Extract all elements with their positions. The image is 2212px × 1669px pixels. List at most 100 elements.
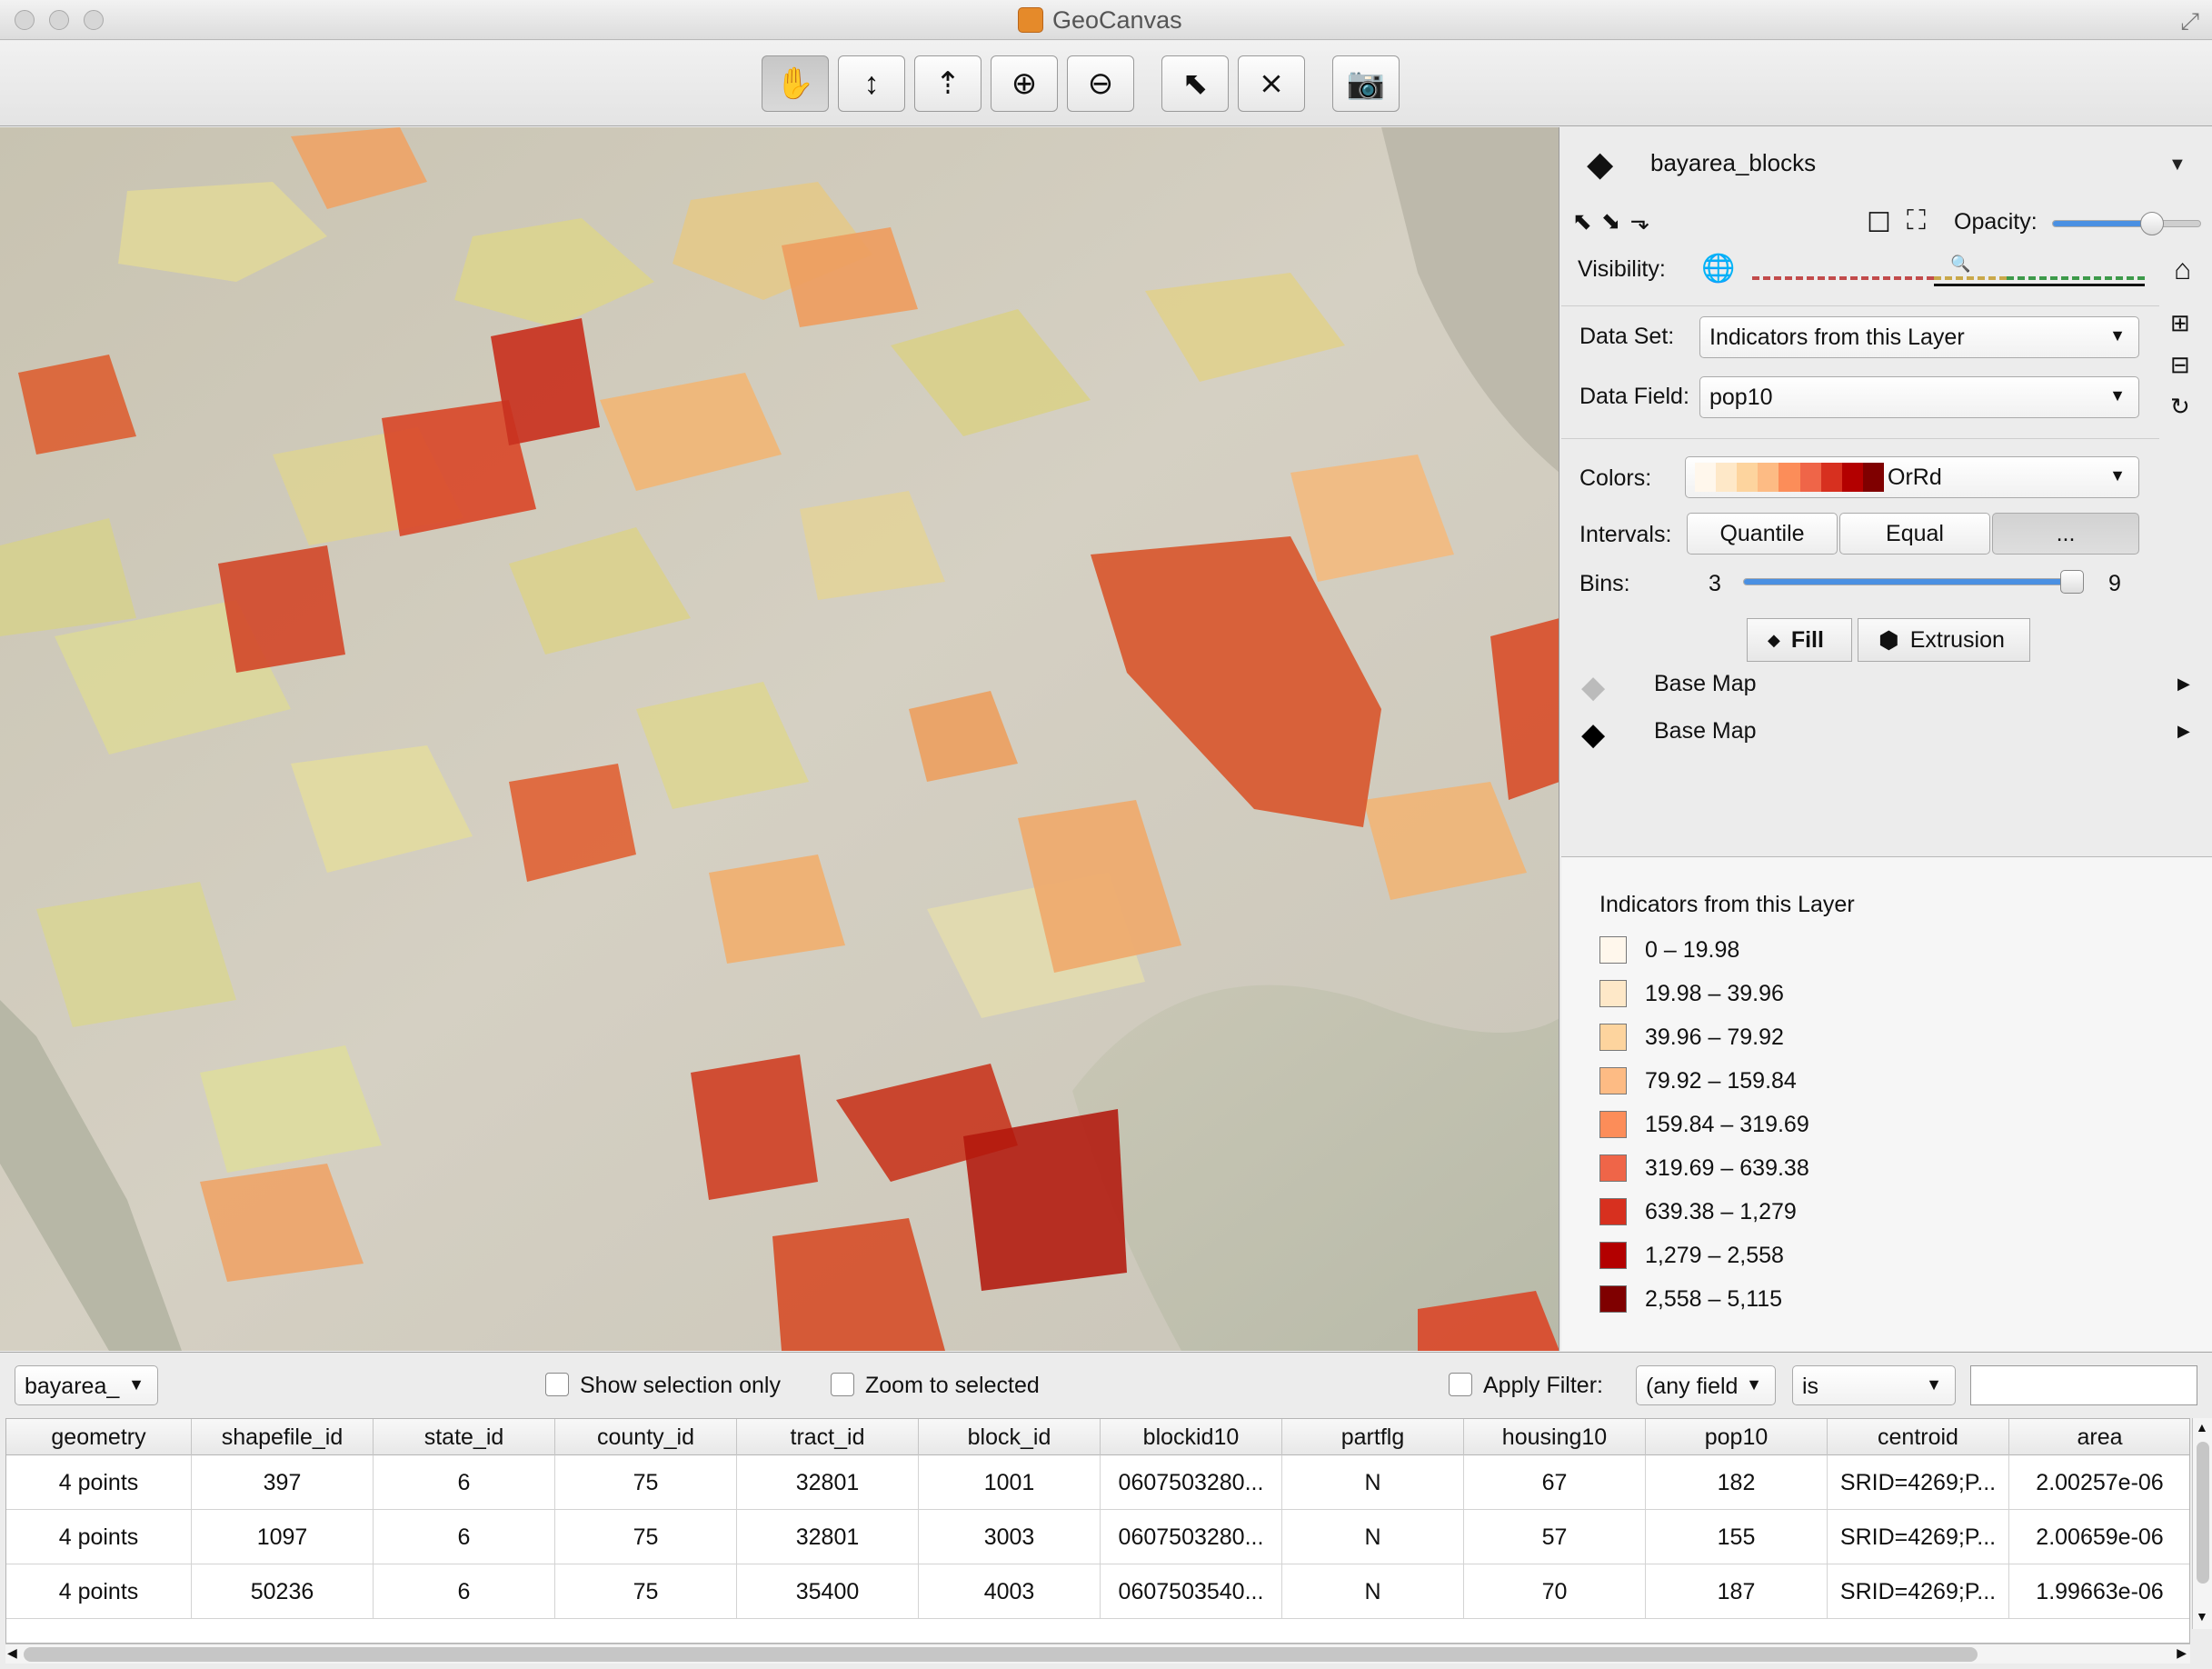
table-horizontal-scrollbar[interactable]: ◀ ▶	[5, 1644, 2190, 1664]
home-icon[interactable]: ⌂	[2174, 253, 2191, 286]
legend-swatch	[1599, 980, 1627, 1007]
table-layer-select[interactable]: bayarea_ ▼	[15, 1365, 158, 1405]
zoom-to-selected-checkbox[interactable]	[831, 1373, 854, 1396]
bins-slider-knob[interactable]	[2060, 570, 2084, 594]
table-cell: 67	[1464, 1455, 1646, 1510]
table-cell: 0607503540...	[1101, 1564, 1282, 1619]
move-layer-up-icon[interactable]: ⬉	[1572, 207, 1601, 235]
screenshot-button[interactable]: 📷	[1332, 55, 1400, 112]
legend-label: 2,558 – 5,115	[1645, 1285, 1783, 1312]
scroll-down-icon[interactable]: ▼	[2196, 1609, 2208, 1624]
scroll-right-icon[interactable]: ▶	[2177, 1645, 2187, 1661]
column-header-area[interactable]: area	[2009, 1419, 2189, 1455]
tab-extrusion[interactable]: ⬢ Extrusion	[1858, 618, 2030, 662]
add-indicator-icon[interactable]: ⊞	[2170, 309, 2190, 337]
select-tool-button[interactable]: ⬉	[1161, 55, 1229, 112]
column-header-block-id[interactable]: block_id	[919, 1419, 1101, 1455]
column-header-pop10[interactable]: pop10	[1646, 1419, 1828, 1455]
zoom-in-button[interactable]: ⊕	[991, 55, 1058, 112]
zoom-out-icon: ⊖	[1087, 66, 1114, 101]
visibility-label: Visibility:	[1578, 256, 1666, 282]
map-view[interactable]	[0, 127, 1559, 1351]
column-header-partflg[interactable]: partflg	[1282, 1419, 1464, 1455]
table-cell: 4 points	[6, 1455, 192, 1510]
opacity-slider-knob[interactable]	[2140, 212, 2164, 235]
column-header-tract-id[interactable]: tract_id	[737, 1419, 919, 1455]
legend-label: 19.98 – 39.96	[1645, 980, 1784, 1006]
tilt-tool-button[interactable]: ↕	[838, 55, 905, 112]
column-header-housing10[interactable]: housing10	[1464, 1419, 1646, 1455]
column-header-centroid[interactable]: centroid	[1828, 1419, 2009, 1455]
visibility-range-low	[1752, 276, 1934, 280]
refresh-icon[interactable]: ↻	[2170, 393, 2190, 421]
clear-selection-button[interactable]: ⨯	[1238, 55, 1305, 112]
datafield-select[interactable]: pop10 ▼	[1699, 376, 2139, 418]
custom-intervals-button[interactable]: ...	[1992, 513, 2139, 555]
pan-tool-button[interactable]: ✋	[762, 55, 829, 112]
quantile-button[interactable]: Quantile	[1687, 513, 1838, 555]
horizontal-scroll-thumb[interactable]	[24, 1647, 1978, 1662]
legend-item: 639.38 – 1,279	[1599, 1197, 1797, 1226]
table-cell: 1097	[192, 1510, 374, 1564]
base-map-row-2[interactable]: ◆ Base Map ▶	[1581, 716, 2208, 753]
column-header-state-id[interactable]: state_id	[374, 1419, 555, 1455]
geocanvas-app-icon	[1018, 7, 1043, 33]
zoom-extent-icon[interactable]: ⛶	[1907, 205, 1926, 236]
ramp-step	[1695, 463, 1717, 492]
globe-icon[interactable]: 🌐	[1701, 253, 1735, 285]
table-cell: 6	[374, 1510, 555, 1564]
bins-min-label: 3	[1709, 571, 1721, 596]
ramp-step	[1779, 463, 1800, 492]
fullscreen-icon[interactable]: ⤢	[2180, 7, 2199, 36]
attribute-table[interactable]: geometry shapefile_id state_id county_id…	[5, 1418, 2190, 1644]
chevron-right-icon[interactable]: ▶	[2177, 722, 2190, 741]
visibility-range-selected[interactable]	[1934, 284, 2145, 286]
layer-order-icons[interactable]: ⬉⬊⬎	[1572, 207, 1659, 235]
table-cell: 35400	[737, 1564, 919, 1619]
add-table-icon[interactable]: ⊟	[2170, 351, 2190, 379]
table-row[interactable]: 4 points 1097 6 75 32801 3003 0607503280…	[6, 1510, 2189, 1564]
equal-button[interactable]: Equal	[1839, 513, 1990, 555]
table-cell: 2.00257e-06	[2009, 1455, 2189, 1510]
column-header-county-id[interactable]: county_id	[555, 1419, 737, 1455]
scroll-up-icon[interactable]: ▲	[2196, 1420, 2208, 1434]
column-header-blockid10[interactable]: blockid10	[1101, 1419, 1282, 1455]
layer-header[interactable]: ◆ bayarea_blocks ▼	[1561, 127, 2212, 202]
table-vertical-scrollbar[interactable]: ▲ ▼	[2192, 1418, 2212, 1629]
chevron-down-icon: ▼	[2109, 326, 2126, 345]
layer-dropdown-arrow-icon[interactable]: ▼	[2168, 155, 2187, 175]
table-cell: 3003	[919, 1510, 1101, 1564]
table-row[interactable]: 4 points 397 6 75 32801 1001 0607503280.…	[6, 1455, 2189, 1510]
bins-slider[interactable]	[1743, 570, 2084, 594]
base-map-row-1[interactable]: ◆ Base Map ▶	[1581, 669, 2208, 705]
chevron-right-icon[interactable]: ▶	[2177, 675, 2190, 694]
table-row[interactable]: 4 points 50236 6 75 35400 4003 060750354…	[6, 1564, 2189, 1619]
scroll-left-icon[interactable]: ◀	[7, 1645, 17, 1661]
vertical-scroll-thumb[interactable]	[2197, 1442, 2209, 1584]
zoom-window-button[interactable]	[84, 10, 104, 30]
minimize-window-button[interactable]	[49, 10, 69, 30]
tab-fill[interactable]: ◆ Fill	[1747, 618, 1852, 662]
opacity-slider[interactable]	[2052, 212, 2201, 235]
extrusion-cube-icon: ⬢	[1878, 625, 1899, 654]
move-layer-bottom-icon[interactable]: ⬎	[1630, 207, 1659, 235]
column-header-geometry[interactable]: geometry	[6, 1419, 192, 1455]
close-window-button[interactable]	[15, 10, 35, 30]
table-row-partial[interactable]	[6, 1619, 2189, 1643]
dataset-select[interactable]: Indicators from this Layer ▼	[1699, 316, 2139, 358]
filter-operator-select[interactable]: is ▼	[1792, 1365, 1956, 1405]
table-cell: 187	[1646, 1564, 1828, 1619]
show-selection-only-checkbox[interactable]	[545, 1373, 569, 1396]
color-scheme-select[interactable]: OrRd ▼	[1685, 456, 2139, 498]
rotate-tool-button[interactable]: ⇡	[914, 55, 981, 112]
filter-field-select[interactable]: (any field ▼	[1636, 1365, 1776, 1405]
outline-square-icon[interactable]: ☐	[1867, 207, 1891, 239]
column-header-shapefile-id[interactable]: shapefile_id	[192, 1419, 374, 1455]
custom-intervals-button-label: ...	[2056, 520, 2076, 546]
zoom-out-button[interactable]: ⊖	[1067, 55, 1134, 112]
map-canvas[interactable]	[0, 127, 1559, 1351]
table-cell: 2.00659e-06	[2009, 1510, 2189, 1564]
apply-filter-checkbox[interactable]	[1449, 1373, 1472, 1396]
filter-value-input[interactable]	[1970, 1365, 2197, 1405]
move-layer-down-icon[interactable]: ⬊	[1601, 207, 1630, 235]
